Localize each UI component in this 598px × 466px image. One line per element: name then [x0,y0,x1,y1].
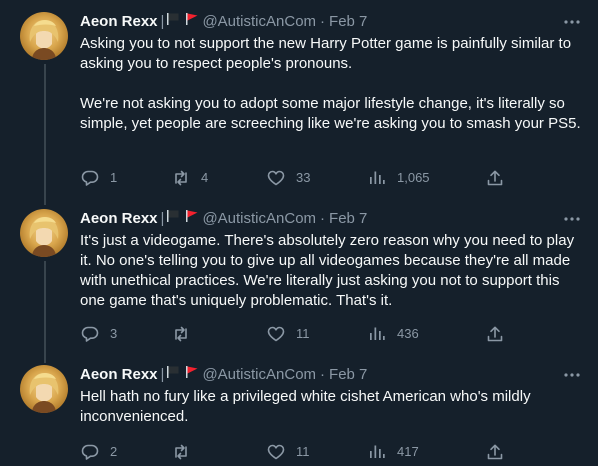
share-icon [487,170,503,186]
heart-icon [267,326,285,342]
avatar-image [29,20,59,60]
separator-dot: · [320,366,326,383]
like-button[interactable]: 11 [266,442,310,462]
analytics-icon [370,327,385,340]
tweet-paragraph: We're not asking you to adopt some major… [80,95,581,132]
separator-dot: · [320,13,326,30]
like-button[interactable]: 33 [266,168,310,188]
tweet[interactable]: Aeon Rexx | @AutisticAnCom · Feb 7 Askin… [0,0,598,205]
view-count: 436 [397,326,419,341]
tweet-header: Aeon Rexx | @AutisticAnCom · Feb 7 [80,365,582,385]
views-button[interactable]: 417 [367,442,419,462]
retweet-icon [175,444,187,460]
avatar-image [29,373,59,413]
views-button[interactable]: 1,065 [367,168,430,188]
share-button[interactable] [485,324,505,344]
black-flag-icon [166,365,180,385]
reply-icon [81,170,99,186]
author-handle[interactable]: @AutisticAnCom [202,12,316,32]
reply-button[interactable]: 2 [80,442,117,462]
red-flag-icon [185,209,199,229]
like-count: 11 [296,326,310,341]
more-options-icon[interactable] [562,209,582,229]
avatar-image [29,217,59,257]
more-options-icon[interactable] [562,365,582,385]
view-count: 417 [397,444,419,459]
name-pipe: | [160,13,165,30]
black-flag-icon [166,12,180,32]
author-handle[interactable]: @AutisticAnCom [202,365,316,385]
like-count: 33 [296,170,311,185]
like-count: 11 [296,444,310,459]
avatar[interactable] [20,209,68,257]
tweet-date[interactable]: Feb 7 [329,12,367,32]
tweet-paragraph: Asking you to not support the new Harry … [80,35,572,72]
share-icon [487,444,503,460]
analytics-icon [370,445,385,458]
thread-connector-line [44,64,46,205]
red-flag-icon [185,12,199,32]
reply-count: 3 [110,326,118,341]
red-flag-icon [185,365,199,385]
retweet-button[interactable]: 4 [171,168,208,188]
tweet-text: Hell hath no fury like a privileged whit… [80,387,582,427]
retweet-count: 4 [201,170,209,185]
reply-icon [81,444,99,460]
share-button[interactable] [485,168,505,188]
reply-icon [81,326,99,342]
author-name[interactable]: Aeon Rexx [80,12,158,32]
retweet-icon [175,170,187,186]
analytics-icon [370,171,385,184]
reply-count: 1 [110,170,118,185]
tweet-text: It's just a videogame. There's absolutel… [80,231,582,311]
tweet-paragraph: It's just a videogame. There's absolutel… [80,232,575,309]
tweet-header: Aeon Rexx | @AutisticAnCom · Feb 7 [80,209,582,229]
tweet[interactable]: Aeon Rexx | @AutisticAnCom · Feb 7 It's … [0,199,598,363]
like-button[interactable]: 11 [266,324,310,344]
author-handle[interactable]: @AutisticAnCom [202,209,316,229]
author-name[interactable]: Aeon Rexx [80,209,158,229]
tweet-paragraph: Hell hath no fury like a privileged whit… [80,388,531,425]
share-icon [487,326,503,342]
reply-button[interactable]: 1 [80,168,117,188]
retweet-button[interactable] [171,324,201,344]
author-name[interactable]: Aeon Rexx [80,365,158,385]
tweet-header: Aeon Rexx | @AutisticAnCom · Feb 7 [80,12,582,32]
more-options-icon[interactable] [562,12,582,32]
tweet-actions: 2 11 417 [80,442,505,462]
tweet-actions: 3 11 436 [80,324,505,344]
name-pipe: | [160,366,165,383]
name-pipe: | [160,210,165,227]
separator-dot: · [320,210,326,227]
tweet[interactable]: Aeon Rexx | @AutisticAnCom · Feb 7 Hell … [0,355,598,466]
tweet-actions: 1 4 33 1,065 [80,168,505,188]
heart-icon [267,170,285,186]
black-flag-icon [166,209,180,229]
views-button[interactable]: 436 [367,324,419,344]
reply-count: 2 [110,444,118,459]
heart-icon [267,444,285,460]
tweet-text: Asking you to not support the new Harry … [80,34,582,134]
retweet-icon [175,326,187,342]
tweet-date[interactable]: Feb 7 [329,209,367,229]
retweet-button[interactable] [171,442,201,462]
share-button[interactable] [485,442,505,462]
view-count: 1,065 [397,170,430,185]
tweet-date[interactable]: Feb 7 [329,365,367,385]
avatar[interactable] [20,365,68,413]
thread-connector-line [44,261,46,363]
avatar[interactable] [20,12,68,60]
reply-button[interactable]: 3 [80,324,117,344]
